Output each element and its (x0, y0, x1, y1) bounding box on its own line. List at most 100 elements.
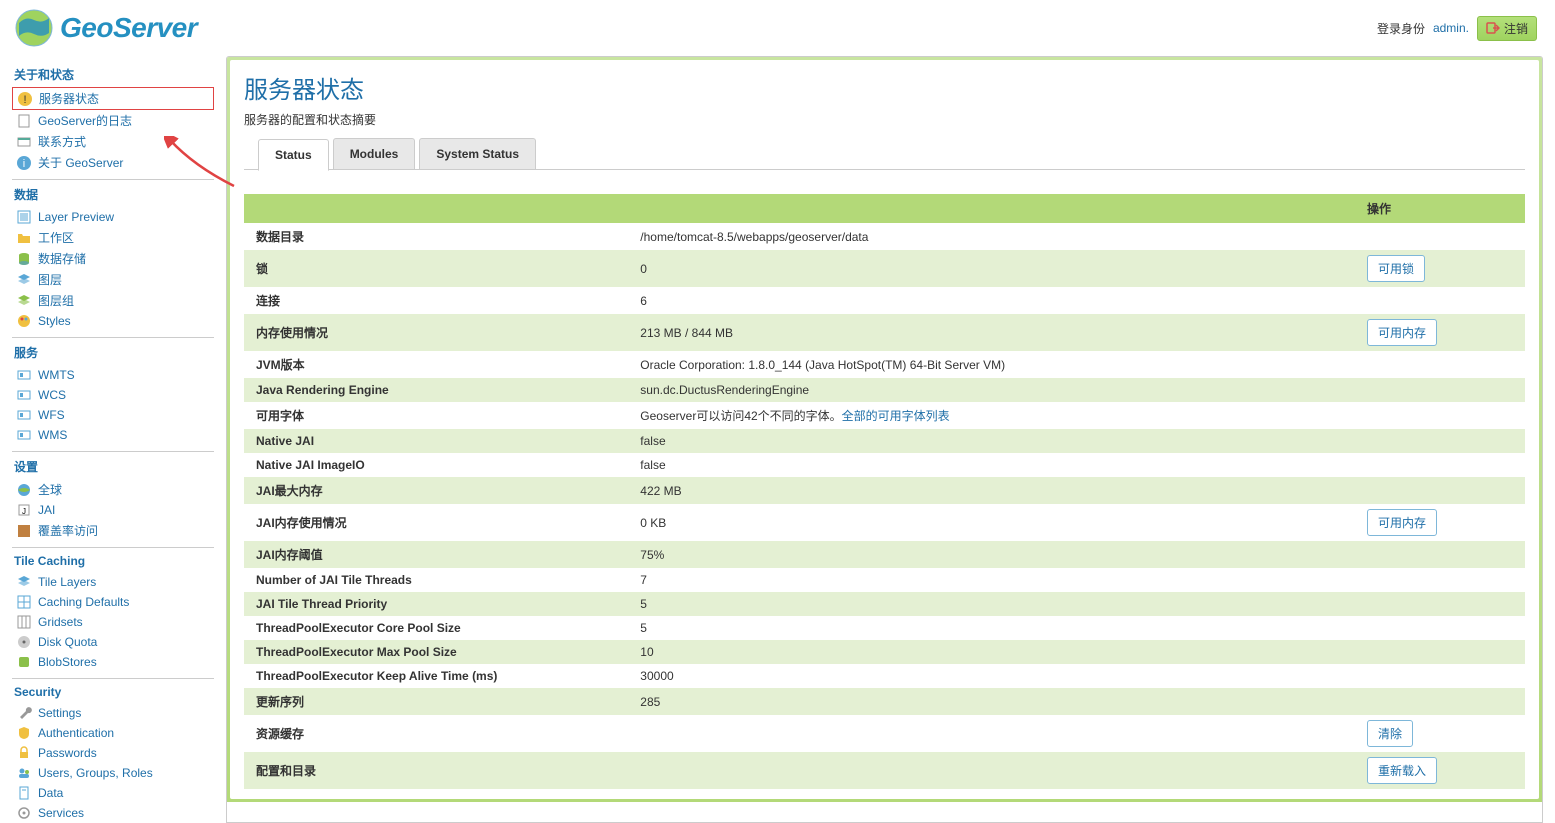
row-value: false (628, 453, 1355, 477)
row-label: 连接 (244, 287, 628, 314)
sidebar-item[interactable]: Disk Quota (12, 632, 214, 652)
sidebar-item[interactable]: WFS (12, 405, 214, 425)
sidebar-item[interactable]: Authentication (12, 723, 214, 743)
row-value: 6 (628, 287, 1355, 314)
action-button[interactable]: 清除 (1367, 720, 1413, 747)
sidebar-item[interactable]: 图层组 (12, 290, 214, 311)
row-label: Native JAI (244, 429, 628, 453)
table-row: JAI Tile Thread Priority5 (244, 592, 1525, 616)
sidebar-item-label[interactable]: Caching Defaults (38, 595, 129, 609)
sidebar-item-label[interactable]: 覆盖率访问 (38, 522, 98, 539)
tab-system-status[interactable]: System Status (419, 138, 536, 169)
sidebar-item-label[interactable]: 图层组 (38, 292, 74, 309)
table-row: JAI内存阈值75% (244, 541, 1525, 568)
disk-icon (16, 634, 32, 650)
row-action: 重新载入 (1355, 752, 1525, 789)
nav-group-title: 关于和状态 (12, 60, 214, 87)
sidebar-item[interactable]: 工作区 (12, 227, 214, 248)
row-action: 清除 (1355, 715, 1525, 752)
sidebar-item[interactable]: GeoServer的日志 (12, 110, 214, 131)
sidebar-item-label[interactable]: WMTS (38, 368, 75, 382)
row-action (1355, 664, 1525, 688)
sidebar-item[interactable]: Services (12, 803, 214, 823)
sidebar-item-label[interactable]: 工作区 (38, 229, 74, 246)
sidebar-item[interactable]: WMS (12, 425, 214, 445)
sidebar-item[interactable]: Styles (12, 311, 214, 331)
sidebar-item-label[interactable]: WFS (38, 408, 65, 422)
sidebar-item[interactable]: 数据存储 (12, 248, 214, 269)
sidebar-item-label[interactable]: GeoServer的日志 (38, 112, 132, 129)
sidebar-item-label[interactable]: WCS (38, 388, 66, 402)
table-row: Native JAIfalse (244, 429, 1525, 453)
sidebar-item[interactable]: 全球 (12, 479, 214, 500)
logo-text: GeoServer (60, 12, 197, 44)
login-user-link[interactable]: admin. (1433, 21, 1469, 35)
sidebar-item-label[interactable]: WMS (38, 428, 67, 442)
row-label: JVM版本 (244, 351, 628, 378)
action-button[interactable]: 重新载入 (1367, 757, 1437, 784)
row-value: 30000 (628, 664, 1355, 688)
sidebar-item-label[interactable]: 全球 (38, 481, 62, 498)
sidebar-item-label[interactable]: 数据存储 (38, 250, 86, 267)
sidebar-item[interactable]: ! 服务器状态 (12, 87, 214, 110)
svg-text:J: J (22, 507, 26, 516)
row-value: /home/tomcat-8.5/webapps/geoserver/data (628, 223, 1355, 250)
sidebar-item-label[interactable]: 联系方式 (38, 133, 86, 150)
sidebar-item[interactable]: Layer Preview (12, 207, 214, 227)
sidebar-item-label[interactable]: Styles (38, 314, 71, 328)
row-value: 213 MB / 844 MB (628, 314, 1355, 351)
table-header-value (628, 194, 1355, 223)
sidebar-item[interactable]: 联系方式 (12, 131, 214, 152)
warn-icon: ! (17, 91, 33, 107)
sidebar-item[interactable]: 图层 (12, 269, 214, 290)
sidebar-item[interactable]: Gridsets (12, 612, 214, 632)
row-label: 锁 (244, 250, 628, 287)
sidebar-item-label[interactable]: 服务器状态 (39, 90, 99, 107)
sidebar-item[interactable]: WCS (12, 385, 214, 405)
action-button[interactable]: 可用锁 (1367, 255, 1425, 282)
sidebar-item-label[interactable]: 关于 GeoServer (38, 154, 123, 171)
svc-icon (16, 367, 32, 383)
sidebar-item[interactable]: Settings (12, 703, 214, 723)
sidebar-item[interactable]: Data (12, 783, 214, 803)
sidebar-item[interactable]: J JAI (12, 500, 214, 520)
sidebar-item[interactable]: Tile Layers (12, 572, 214, 592)
row-action (1355, 616, 1525, 640)
row-value: 0 KB (628, 504, 1355, 541)
sidebar-item[interactable]: i关于 GeoServer (12, 152, 214, 173)
logo[interactable]: GeoServer (14, 8, 197, 48)
sidebar-item[interactable]: Users, Groups, Roles (12, 763, 214, 783)
action-button[interactable]: 可用内存 (1367, 509, 1437, 536)
sidebar-item-label[interactable]: Tile Layers (38, 575, 96, 589)
sidebar-item-label[interactable]: 图层 (38, 271, 62, 288)
sidebar-item-label[interactable]: JAI (38, 503, 55, 517)
sidebar-item-label[interactable]: Disk Quota (38, 635, 97, 649)
sidebar-item[interactable]: Caching Defaults (12, 592, 214, 612)
sidebar-item-label[interactable]: Passwords (38, 746, 97, 760)
sidebar-item[interactable]: 覆盖率访问 (12, 520, 214, 541)
sidebar: 关于和状态! 服务器状态 GeoServer的日志联系方式 i关于 GeoServer… (12, 56, 214, 823)
sidebar-item[interactable]: BlobStores (12, 652, 214, 672)
sidebar-item-label[interactable]: Authentication (38, 726, 114, 740)
logout-button[interactable]: 注销 (1477, 16, 1537, 41)
status-table: 操作数据目录/home/tomcat-8.5/webapps/geoserver… (244, 194, 1525, 789)
tab-modules[interactable]: Modules (333, 138, 416, 169)
sidebar-item-label[interactable]: BlobStores (38, 655, 97, 669)
sidebar-item-label[interactable]: Data (38, 786, 63, 800)
sidebar-item[interactable]: WMTS (12, 365, 214, 385)
sidebar-item-label[interactable]: Layer Preview (38, 210, 114, 224)
table-row: 更新序列285 (244, 688, 1525, 715)
row-label: JAI内存使用情况 (244, 504, 628, 541)
table-row: 资源缓存清除 (244, 715, 1525, 752)
action-button[interactable]: 可用内存 (1367, 319, 1437, 346)
fonts-link[interactable]: 全部的可用字体列表 (842, 409, 950, 423)
sidebar-item-label[interactable]: Services (38, 806, 84, 820)
sidebar-item[interactable]: Passwords (12, 743, 214, 763)
palette-icon (16, 313, 32, 329)
table-row: JAI内存使用情况0 KB 可用内存 (244, 504, 1525, 541)
tab-status[interactable]: Status (258, 139, 329, 171)
sidebar-item-label[interactable]: Users, Groups, Roles (38, 766, 153, 780)
row-label: Java Rendering Engine (244, 378, 628, 402)
sidebar-item-label[interactable]: Gridsets (38, 615, 83, 629)
sidebar-item-label[interactable]: Settings (38, 706, 81, 720)
